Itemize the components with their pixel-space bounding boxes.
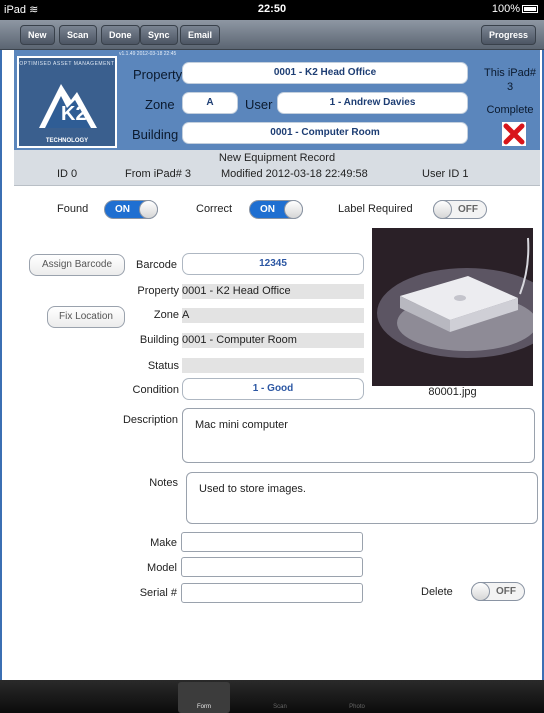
building-value: 0001 - Computer Room [182, 333, 364, 348]
zone-field-label: Zone [153, 309, 179, 321]
condition-selector[interactable]: 1 - Good [182, 378, 364, 400]
battery-icon [522, 5, 538, 14]
building-selector[interactable]: 0001 - Computer Room [182, 122, 468, 144]
battery-percent: 100% [491, 3, 520, 15]
toggle-knob [433, 200, 452, 219]
tab-scan[interactable]: Scan [254, 682, 306, 713]
from-ipad: From iPad# 3 [125, 168, 192, 180]
notes-label: Notes [149, 477, 178, 489]
make-input[interactable] [181, 532, 363, 552]
equipment-photo[interactable] [372, 228, 533, 386]
new-button[interactable]: New [20, 25, 55, 45]
done-button[interactable]: Done [101, 25, 140, 45]
battery-status: 100% [492, 3, 538, 15]
label-required-state: OFF [458, 204, 478, 215]
status-bar: iPad ≋ 22:50 100% [0, 0, 544, 20]
company-logo: OPTIMISED ASSET MANAGEMENT K2 TECHNOLOGY [17, 56, 117, 148]
complete-label: Complete [486, 104, 534, 116]
record-info-bar: New Equipment Record ID 0 From iPad# 3 M… [14, 150, 540, 186]
building-label: Building [132, 127, 179, 142]
status-value [182, 358, 364, 373]
serial-input[interactable] [181, 583, 363, 603]
logo-subtitle: TECHNOLOGY [45, 138, 89, 144]
tab-form[interactable]: Form [178, 682, 230, 713]
property-value: 0001 - K2 Head Office [182, 284, 364, 299]
email-button[interactable]: Email [180, 25, 221, 45]
delete-label: Delete [421, 586, 453, 598]
barcode-label: Barcode [136, 259, 177, 271]
property-label: Property [133, 67, 183, 82]
k2-mountain-icon: K2 [39, 84, 97, 128]
delete-toggle[interactable]: OFF [471, 582, 525, 601]
user-selector[interactable]: 1 - Andrew Davies [277, 92, 468, 114]
toggle-knob [139, 200, 158, 219]
photo-filename: 80001.jpg [428, 386, 477, 398]
found-state: ON [115, 204, 130, 215]
user-id: User ID 1 [422, 168, 469, 180]
make-label: Make [150, 537, 177, 549]
version-label: v1.1.49 2012-03-18 22:45 [119, 51, 177, 57]
found-toggle[interactable]: ON [104, 200, 158, 219]
description-label: Description [122, 414, 178, 426]
notes-textarea[interactable]: Used to store images. [186, 472, 538, 524]
delete-state: OFF [496, 586, 516, 597]
mac-mini-image [372, 228, 533, 386]
scan-button[interactable]: Scan [59, 25, 97, 45]
location-header: v1.1.49 2012-03-18 22:45 OPTIMISED ASSET… [14, 50, 540, 150]
tab-photo[interactable]: Photo [331, 682, 383, 713]
correct-toggle[interactable]: ON [249, 200, 303, 219]
label-required-label: Label Required [338, 203, 413, 215]
fix-location-button[interactable]: Fix Location [47, 306, 125, 328]
toggle-knob [284, 200, 303, 219]
zone-label: Zone [145, 97, 175, 112]
status-label: Status [147, 360, 179, 372]
description-textarea[interactable]: Mac mini computer [182, 408, 535, 463]
property-selector[interactable]: 0001 - K2 Head Office [182, 62, 468, 84]
correct-label: Correct [196, 203, 233, 215]
zone-selector[interactable]: A [182, 92, 238, 114]
assign-barcode-button[interactable]: Assign Barcode [29, 254, 125, 276]
model-input[interactable] [181, 557, 363, 577]
correct-state: ON [260, 204, 275, 215]
user-label: User [245, 97, 273, 112]
toggle-knob [471, 582, 490, 601]
record-id: ID 0 [57, 168, 78, 180]
this-ipad-label: This iPad# [484, 67, 536, 79]
this-ipad-number: 3 [506, 81, 514, 93]
modified-timestamp: Modified 2012-03-18 22:49:58 [221, 168, 368, 180]
serial-label: Serial # [139, 587, 177, 599]
property-field-label: Property [137, 285, 179, 297]
progress-button[interactable]: Progress [480, 25, 536, 45]
svg-text:K2: K2 [61, 103, 87, 125]
incomplete-x-icon[interactable] [502, 122, 526, 146]
zone-value: A [182, 308, 364, 323]
barcode-field[interactable]: 12345 [182, 253, 364, 275]
found-label: Found [57, 203, 89, 215]
building-field-label: Building [139, 334, 179, 346]
tab-bar: Form Scan Photo [0, 680, 544, 713]
condition-label: Condition [132, 384, 179, 396]
model-label: Model [147, 562, 177, 574]
record-title: New Equipment Record [218, 152, 336, 164]
clock: 22:50 [257, 3, 287, 15]
sync-button[interactable]: Sync [140, 25, 178, 45]
label-required-toggle[interactable]: OFF [433, 200, 487, 219]
logo-tagline: OPTIMISED ASSET MANAGEMENT [19, 61, 115, 67]
toolbar: New Scan Done Sync Email Progress [0, 20, 544, 50]
